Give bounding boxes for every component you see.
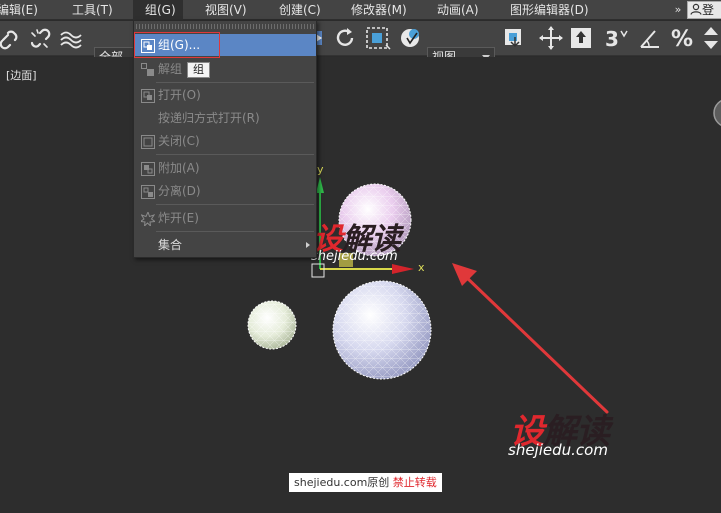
- menu-separator: [156, 82, 314, 83]
- select-and-link-icon[interactable]: [0, 25, 22, 51]
- menu-item-detach[interactable]: 分离(D): [135, 180, 316, 202]
- menu-item-ungroup[interactable]: 解组: [135, 58, 316, 80]
- attach-icon: [141, 161, 155, 176]
- menu-item-attach[interactable]: 附加(A): [135, 157, 316, 179]
- menu-item-label: 打开(O): [158, 88, 201, 102]
- menu-item-close[interactable]: 关闭(C): [135, 130, 316, 152]
- credit-site: shejiedu.com原创: [294, 476, 390, 489]
- snap-3d-icon[interactable]: 3: [604, 25, 630, 51]
- perspective-viewport[interactable]: [边面] y x 设解读 shejiedu.com 设解读 shejiedu.c…: [0, 57, 721, 513]
- menu-overflow-button[interactable]: »: [670, 0, 686, 20]
- menu-item-label: 炸开(E): [158, 211, 199, 225]
- watermark-url-large: shejiedu.com: [508, 441, 608, 459]
- menu-item-label: 解组: [158, 62, 183, 76]
- detach-icon: [141, 184, 155, 199]
- gizmo-axis-x-label: x: [418, 261, 425, 274]
- menu-separator: [156, 204, 314, 205]
- menu-edit[interactable]: 编辑(E): [0, 0, 38, 20]
- menu-create[interactable]: 创建(C): [279, 0, 321, 20]
- submenu-arrow-icon: [306, 242, 310, 248]
- selection-region-icon[interactable]: [364, 25, 392, 51]
- menu-separator: [156, 154, 314, 155]
- refresh-icon[interactable]: [334, 25, 358, 51]
- sphere-blue[interactable]: [332, 280, 432, 380]
- angle-snap-icon[interactable]: [638, 25, 664, 51]
- menu-modifiers[interactable]: 修改器(M): [351, 0, 407, 20]
- svg-text:%: %: [671, 27, 693, 51]
- menu-separator: [156, 231, 314, 232]
- menu-animation[interactable]: 动画(A): [437, 0, 479, 20]
- menu-item-label: 分离(D): [158, 184, 201, 198]
- menu-item-open-recursively[interactable]: 按递归方式打开(R): [135, 107, 316, 129]
- ungroup-icon: [141, 62, 155, 76]
- tear-off-grip[interactable]: [136, 24, 314, 29]
- open-group-icon: [141, 88, 155, 103]
- explode-icon: [139, 210, 157, 228]
- watermark-url: shejiedu.com: [311, 249, 398, 264]
- sign-in-button[interactable]: 登: [687, 1, 721, 19]
- menu-views[interactable]: 视图(V): [205, 0, 247, 20]
- credit-banner: shejiedu.com原创 禁止转载: [289, 473, 442, 492]
- annotation-arrow: [452, 263, 609, 414]
- sphere-green[interactable]: [247, 300, 297, 350]
- menu-bar: 编辑(E) 工具(T) 组(G) 视图(V) 创建(C) 修改器(M) 动画(A…: [0, 0, 721, 20]
- main-toolbar: 全部 视图 3 %: [0, 21, 721, 67]
- gizmo-axis-y-label: y: [317, 163, 324, 176]
- menu-item-label: 附加(A): [158, 161, 200, 175]
- close-group-icon: [141, 134, 155, 149]
- annotation-highlight-box: [134, 32, 220, 58]
- tooltip: 组: [187, 62, 210, 78]
- svg-text:3: 3: [605, 27, 619, 51]
- bind-to-space-warp-icon[interactable]: [58, 25, 86, 51]
- menu-group[interactable]: 组(G): [133, 0, 183, 20]
- credit-warning: 禁止转载: [392, 476, 437, 489]
- menu-item-label: 关闭(C): [158, 134, 200, 148]
- pivot-center-icon[interactable]: [503, 25, 527, 51]
- spinner-snap-icon[interactable]: [702, 25, 721, 51]
- menu-item-label: 集合: [158, 238, 183, 252]
- move-gizmo-icon[interactable]: [538, 25, 564, 51]
- viewcube-icon[interactable]: [713, 99, 721, 127]
- place-up-icon[interactable]: [570, 25, 594, 51]
- viewport-scene: y x: [247, 99, 721, 414]
- sign-in-label: 登: [702, 3, 715, 17]
- menu-tools[interactable]: 工具(T): [72, 0, 113, 20]
- menu-item-label: 按递归方式打开(R): [158, 111, 260, 125]
- unlink-selection-icon[interactable]: [28, 25, 52, 51]
- menu-item-open[interactable]: 打开(O): [135, 84, 316, 106]
- window-crossing-icon[interactable]: [398, 25, 424, 51]
- menu-item-assembly[interactable]: 集合: [135, 234, 316, 256]
- menu-item-explode[interactable]: 炸开(E): [135, 207, 316, 229]
- percent-snap-icon[interactable]: %: [670, 25, 696, 51]
- user-icon: [690, 3, 702, 19]
- menu-graph-editors[interactable]: 图形编辑器(D): [510, 0, 589, 20]
